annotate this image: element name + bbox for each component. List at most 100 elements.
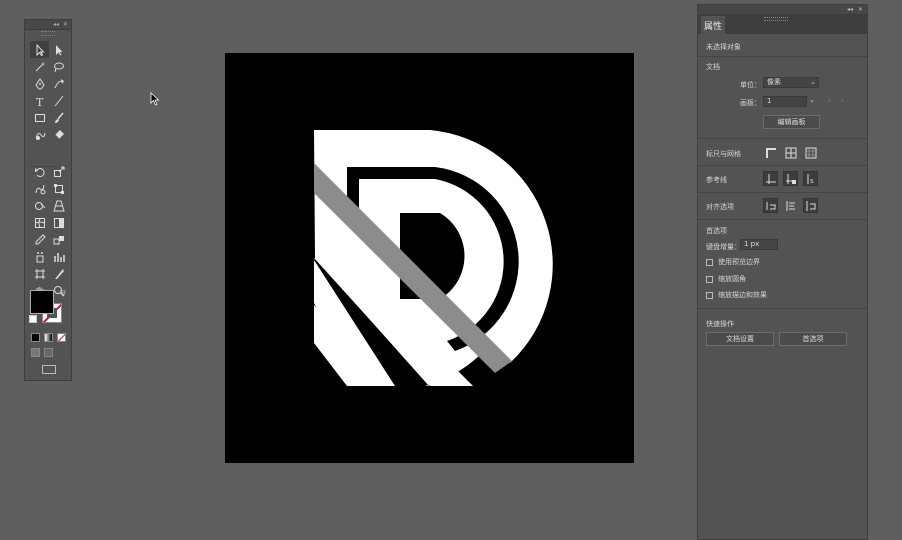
smart-guides-button[interactable]: s xyxy=(803,171,818,186)
type-tool[interactable]: T xyxy=(30,92,49,109)
magic-wand-icon xyxy=(35,61,45,71)
scale-icon xyxy=(53,166,64,177)
preferences-button[interactable]: 首选项 xyxy=(779,332,847,346)
divider xyxy=(698,138,867,139)
screen-mode-icon[interactable] xyxy=(42,365,56,374)
show-guides-button[interactable] xyxy=(763,171,778,186)
draw-behind-icon[interactable] xyxy=(44,348,53,357)
default-colors-icon[interactable] xyxy=(29,315,37,323)
tab-properties-label: 属性 xyxy=(703,21,722,32)
preferences-section-title: 首选项 xyxy=(706,227,727,235)
divider xyxy=(698,165,867,166)
direct-selection-tool[interactable] xyxy=(49,41,68,58)
tool-group-2 xyxy=(30,163,68,299)
artboard-label: 画板： xyxy=(740,99,761,107)
artboard-canvas[interactable] xyxy=(225,53,634,463)
pen-icon xyxy=(34,77,45,89)
tools-panel-header[interactable]: ◂◂ ✕ xyxy=(25,20,71,30)
divider xyxy=(698,219,867,220)
eraser-tool[interactable] xyxy=(49,126,68,143)
transparency-grid-button[interactable] xyxy=(803,145,818,160)
free-transform-tool[interactable] xyxy=(49,180,68,197)
artboard-tool[interactable] xyxy=(30,265,49,282)
slice-tool[interactable] xyxy=(49,265,68,282)
tab-properties[interactable]: 属性 xyxy=(701,16,725,34)
properties-panel: ◂◂ ✕ 属性 未选择对象 文档 单位： 像素 ⌄ 画板： 1 ⌄ ‹ › 编辑… xyxy=(697,4,868,540)
snap-to-glyph-button[interactable] xyxy=(803,198,818,213)
units-label: 单位： xyxy=(740,81,761,89)
snap-to-point-button[interactable] xyxy=(763,198,778,213)
document-setup-button[interactable]: 文档设置 xyxy=(706,332,774,346)
draw-mode-row xyxy=(31,348,66,357)
blend-tool[interactable] xyxy=(49,231,68,248)
column-graph-tool[interactable] xyxy=(49,248,68,265)
collapse-icon[interactable]: ◂◂ xyxy=(53,21,59,28)
color-icon[interactable] xyxy=(31,333,40,342)
checkbox-box[interactable] xyxy=(706,275,713,283)
edit-artboard-button[interactable]: 编辑画板 xyxy=(763,115,820,129)
free-transform-icon xyxy=(53,183,64,194)
direct-selection-icon xyxy=(55,44,62,55)
next-artboard-icon[interactable]: › xyxy=(841,97,844,105)
symbol-sprayer-tool[interactable] xyxy=(30,248,49,265)
scale-tool[interactable] xyxy=(49,163,68,180)
checkbox-scale-corners[interactable]: 缩放圆角 xyxy=(706,274,746,284)
mouse-cursor-icon xyxy=(150,92,160,106)
preferences-label: 首选项 xyxy=(802,335,824,343)
paintbrush-tool[interactable] xyxy=(49,109,68,126)
artboard-input[interactable]: 1 xyxy=(763,96,807,107)
paintbrush-icon xyxy=(54,112,64,123)
rectangle-tool[interactable] xyxy=(30,109,49,126)
magic-wand-tool[interactable] xyxy=(30,58,49,75)
tools-panel: ◂◂ ✕ T ⇆ xyxy=(24,19,72,381)
panel-grip[interactable] xyxy=(764,17,788,21)
shape-builder-tool[interactable] xyxy=(30,197,49,214)
close-icon[interactable]: ✕ xyxy=(858,6,863,13)
checkbox-preview-bounds[interactable]: 使用预览边界 xyxy=(706,257,760,267)
none-icon[interactable] xyxy=(57,333,66,342)
quick-actions-title: 快速操作 xyxy=(706,320,734,328)
pen-tool[interactable] xyxy=(30,75,49,92)
draw-normal-icon[interactable] xyxy=(31,348,40,357)
checkbox-box[interactable] xyxy=(706,291,713,299)
edit-artboard-label: 编辑画板 xyxy=(777,118,806,126)
warp-tool[interactable] xyxy=(30,180,49,197)
lasso-tool[interactable] xyxy=(49,58,68,75)
checkbox-box[interactable] xyxy=(706,258,713,266)
line-tool[interactable] xyxy=(49,92,68,109)
artboard-dropdown-icon[interactable]: ⌄ xyxy=(809,96,815,104)
shaper-tool[interactable] xyxy=(30,126,49,143)
gradient-tool[interactable] xyxy=(49,214,68,231)
transparency-grid-icon xyxy=(805,147,816,158)
keyboard-increment-input[interactable]: 1 px xyxy=(740,239,778,250)
eyedropper-icon xyxy=(35,233,46,244)
draw-inside-icon[interactable] xyxy=(57,348,66,357)
artboard-value: 1 xyxy=(767,97,772,105)
tool-group-1: T xyxy=(30,41,68,143)
rulers-grids-title: 标尺与网格 xyxy=(706,150,741,158)
collapse-icon[interactable]: ◂◂ xyxy=(847,6,853,13)
keyboard-increment-value: 1 px xyxy=(744,240,760,248)
fill-swatch[interactable] xyxy=(30,290,54,314)
gradient-mode-icon[interactable] xyxy=(44,333,53,342)
panel-header[interactable]: ◂◂ ✕ xyxy=(698,5,867,14)
grid-button[interactable] xyxy=(783,145,798,160)
curvature-tool[interactable] xyxy=(49,75,68,92)
checkbox-scale-strokes[interactable]: 缩放描边和效果 xyxy=(706,290,767,300)
units-dropdown[interactable]: 像素 ⌄ xyxy=(763,77,819,88)
previous-artboard-icon[interactable]: ‹ xyxy=(828,97,831,105)
document-section-title: 文档 xyxy=(706,63,720,71)
rulers-button[interactable] xyxy=(763,145,778,160)
curvature-icon xyxy=(54,78,64,88)
perspective-grid-tool[interactable] xyxy=(49,197,68,214)
mesh-tool[interactable] xyxy=(30,214,49,231)
selection-tool[interactable] xyxy=(30,41,49,58)
drag-handle[interactable] xyxy=(41,31,55,36)
close-icon[interactable]: ✕ xyxy=(63,21,68,28)
swap-colors-icon[interactable]: ⇆ xyxy=(60,288,66,296)
lock-guides-button[interactable] xyxy=(783,171,798,186)
blend-icon xyxy=(53,235,64,244)
snap-to-pixel-button[interactable] xyxy=(783,198,798,213)
rotate-tool[interactable] xyxy=(30,163,49,180)
eyedropper-tool[interactable] xyxy=(30,231,49,248)
